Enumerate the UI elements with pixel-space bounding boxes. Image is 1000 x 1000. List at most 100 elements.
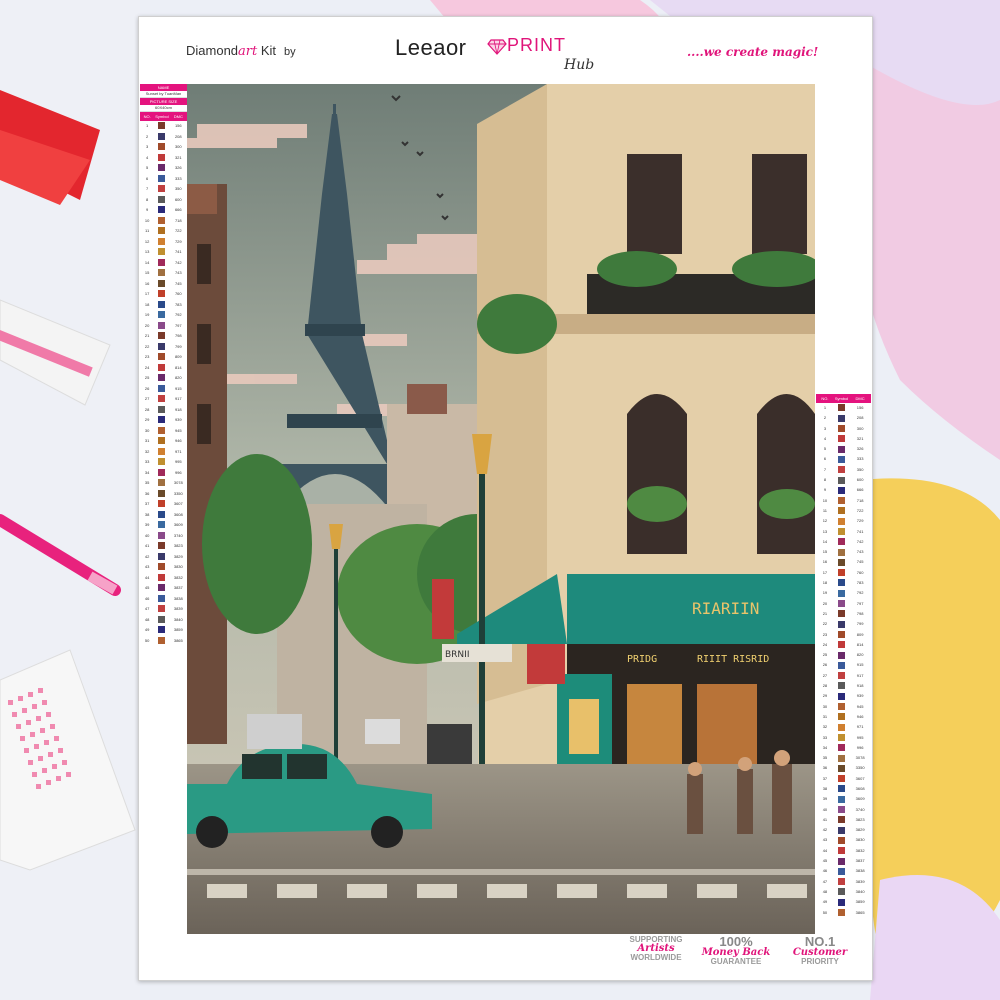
right-legend-row: 38 3608: [816, 784, 871, 794]
left-legend-no: 41: [144, 543, 150, 548]
left-legend-row: 31 946: [140, 436, 187, 447]
legend-col-symbol: Symbol: [154, 112, 170, 121]
right-legend-no: 35: [822, 755, 828, 761]
left-legend-symbol-swatch-icon: [158, 258, 166, 266]
left-legend-symbol-swatch-icon: [158, 311, 166, 319]
right-legend-symbol-swatch-icon: [838, 682, 846, 690]
left-legend-symbol-swatch-icon: [158, 395, 166, 403]
right-legend-symbol-swatch-icon: [838, 775, 846, 783]
right-legend-dmc: 918: [856, 683, 864, 689]
right-legend-row: 33 995: [816, 733, 871, 743]
right-legend-symbol-swatch-icon: [838, 816, 846, 824]
right-legend-symbol: [834, 681, 849, 691]
left-legend-symbol: [154, 583, 169, 594]
right-legend-row: 15 743: [816, 547, 871, 557]
right-legend-no: 39: [822, 796, 828, 802]
right-legend-symbol: [834, 856, 849, 866]
right-legend-symbol: [834, 722, 849, 732]
brand-hub: Hub: [564, 57, 595, 73]
right-legend-symbol: [834, 609, 849, 619]
left-legend-dmc: 3829: [173, 553, 183, 559]
left-legend-symbol: [154, 205, 169, 216]
right-legend-symbol: [834, 516, 849, 526]
right-legend-symbol-swatch-icon: [838, 826, 846, 834]
left-legend-row: 44 3832: [140, 573, 187, 584]
left-legend-row: 50 3865: [140, 636, 187, 647]
left-legend-row: 29 939: [140, 415, 187, 426]
left-legend-no: 32: [144, 448, 150, 454]
left-legend-symbol-swatch-icon: [158, 237, 166, 245]
left-legend-no: 18: [144, 301, 150, 307]
left-legend-dmc: 3838: [173, 595, 183, 601]
left-legend-symbol-swatch-icon: [158, 531, 166, 539]
right-legend-symbol-swatch-icon: [838, 795, 846, 803]
left-legend-symbol: [154, 415, 169, 426]
left-legend-row: 25 820: [140, 373, 187, 384]
left-legend-row: 34 996: [140, 468, 187, 479]
left-legend-symbol: [154, 562, 169, 573]
left-legend-symbol: [154, 132, 169, 143]
right-legend-dmc: 600: [856, 477, 864, 483]
right-legend-symbol-swatch-icon: [838, 579, 846, 587]
right-legend-no: 46: [822, 868, 828, 874]
right-legend-symbol: [834, 743, 849, 753]
right-legend-symbol-swatch-icon: [838, 630, 846, 638]
left-legend-symbol: [154, 310, 169, 321]
right-legend-row: 23 809: [816, 630, 871, 640]
left-legend-no: 47: [144, 606, 150, 611]
left-legend-dmc: 3350: [173, 490, 183, 496]
legend-size-value: 60X40cm: [140, 105, 187, 112]
left-legend-no: 23: [144, 354, 150, 359]
paris-street-scene: RIARIIN PRIDG RIIIT RISRID BRNII: [187, 84, 815, 934]
left-legend-dmc: 799: [174, 343, 182, 349]
left-legend-symbol-swatch-icon: [158, 248, 166, 256]
left-legend-symbol: [154, 237, 169, 248]
right-legend-no: 48: [822, 888, 828, 894]
left-legend-no: 27: [144, 396, 150, 401]
left-legend-dmc: 995: [174, 459, 182, 464]
left-legend-row: 3 300: [140, 142, 187, 153]
left-legend-dmc: 718: [174, 217, 182, 223]
left-legend-dmc: 600: [174, 196, 182, 202]
right-legend-row: 13 741: [816, 527, 871, 537]
left-legend-symbol: [154, 247, 169, 258]
right-legend-symbol-swatch-icon: [838, 754, 846, 762]
left-legend-no: 5: [146, 165, 149, 170]
right-legend-no: 40: [822, 806, 828, 812]
right-legend-row: 31 946: [816, 712, 871, 722]
left-legend-dmc: 971: [174, 448, 182, 454]
left-legend-dmc: 915: [174, 385, 182, 391]
left-legend-dmc: 743: [174, 270, 182, 275]
left-legend-symbol-swatch-icon: [158, 594, 166, 602]
right-legend-no: 14: [822, 538, 828, 544]
left-legend-no: 17: [144, 291, 150, 296]
right-legend-symbol: [834, 733, 849, 743]
legend-size-header: PICTURE SIZE: [140, 98, 187, 105]
left-legend-no: 31: [144, 438, 150, 443]
left-legend-symbol: [154, 121, 169, 132]
left-legend-no: 28: [144, 406, 150, 412]
left-legend-dmc: 3832: [173, 574, 183, 580]
right-legend-dmc: 995: [856, 734, 864, 740]
left-legend-no: 50: [144, 637, 150, 643]
right-legend-symbol: [834, 403, 849, 413]
left-legend-no: 19: [144, 312, 150, 317]
left-legend-dmc: 326: [174, 165, 182, 170]
right-legend-symbol-swatch-icon: [838, 445, 846, 453]
right-legend-symbol-swatch-icon: [838, 589, 846, 597]
right-legend-symbol-swatch-icon: [838, 806, 846, 814]
right-legend-dmc: 3830: [855, 837, 865, 843]
brand-print: PRINT: [507, 35, 566, 55]
badge2-line3: GUARANTEE: [710, 957, 762, 966]
artwork: RIARIIN PRIDG RIIIT RISRID BRNII: [187, 84, 815, 934]
right-legend-symbol: [834, 671, 849, 681]
left-legend-no: 37: [144, 501, 150, 506]
left-legend-symbol-swatch-icon: [158, 122, 166, 130]
right-legend-row: 3 300: [816, 424, 871, 434]
left-legend-dmc: 3609: [173, 522, 183, 527]
left-legend-no: 49: [144, 627, 150, 632]
left-legend-dmc: 741: [174, 249, 182, 254]
right-legend-dmc: 745: [856, 559, 864, 565]
brand-suffix: Kit: [257, 43, 277, 58]
left-legend-symbol: [154, 226, 169, 237]
